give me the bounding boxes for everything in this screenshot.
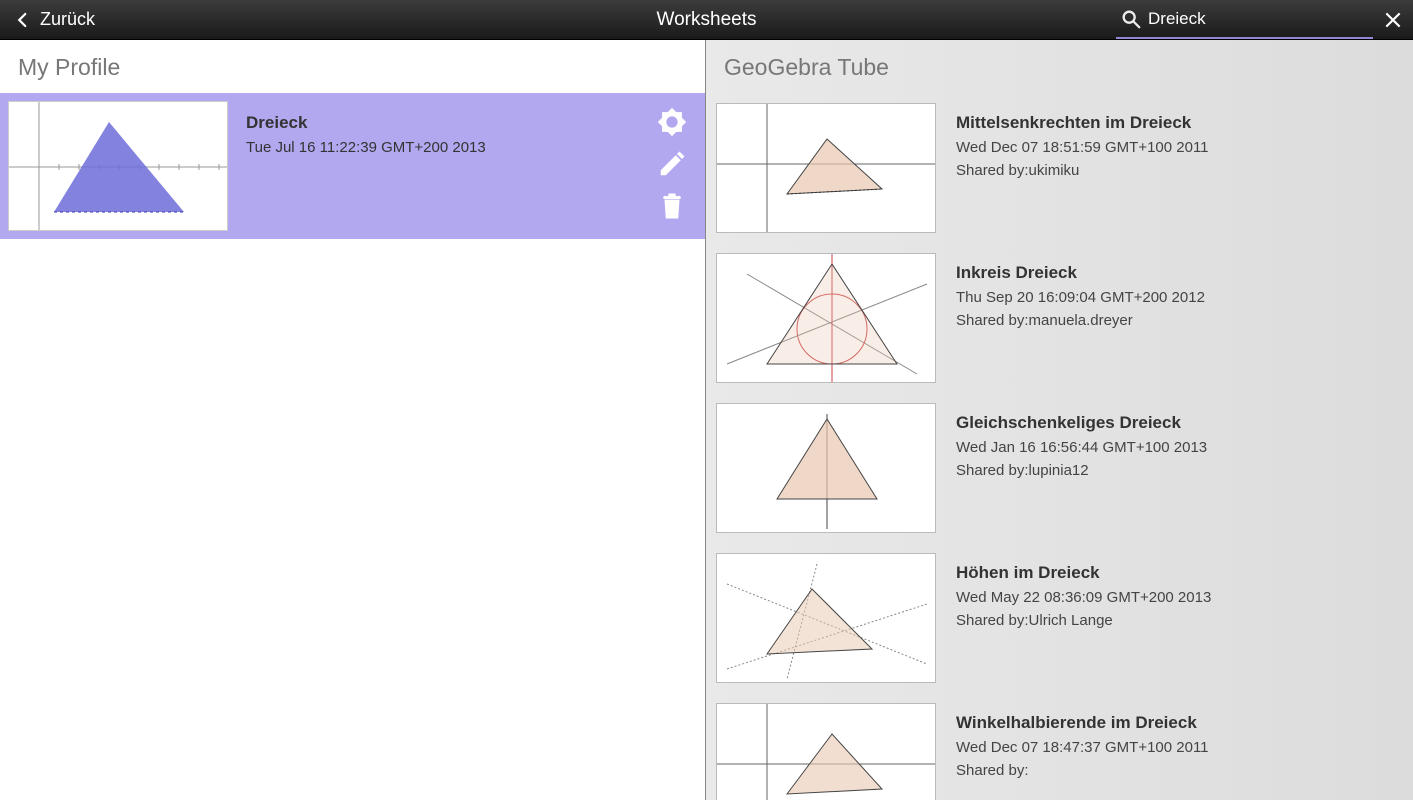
tube-worksheet-item[interactable]: Gleichschenkeliges Dreieck Wed Jan 16 16… [706,393,1413,543]
tube-info: Höhen im Dreieck Wed May 22 08:36:09 GMT… [936,553,1231,683]
edit-icon[interactable] [657,149,687,179]
profile-worksheet-item[interactable]: Dreieck Tue Jul 16 11:22:39 GMT+200 2013 [0,93,705,239]
worksheet-info: Dreieck Tue Jul 16 11:22:39 GMT+200 2013 [228,101,655,231]
search-input[interactable] [1142,9,1375,29]
tube-date: Wed May 22 08:36:09 GMT+200 2013 [956,589,1211,606]
tube-info: Mittelsenkrechten im Dreieck Wed Dec 07 … [936,103,1229,233]
tube-worksheet-item[interactable]: Inkreis Dreieck Thu Sep 20 16:09:04 GMT+… [706,243,1413,393]
search-icon [1120,8,1142,30]
worksheet-actions [655,101,697,231]
tube-worksheet-item[interactable]: Höhen im Dreieck Wed May 22 08:36:09 GMT… [706,543,1413,693]
tube-date: Wed Dec 07 18:51:59 GMT+100 2011 [956,139,1209,156]
back-button[interactable]: Zurück [0,0,109,39]
tube-title: Inkreis Dreieck [956,263,1205,283]
tube-worksheet-item[interactable]: Winkelhalbierende im Dreieck Wed Dec 07 … [706,693,1413,800]
tube-info: Gleichschenkeliges Dreieck Wed Jan 16 16… [936,403,1227,533]
worksheet-title: Dreieck [246,113,637,133]
tube-title: Höhen im Dreieck [956,563,1211,583]
my-profile-pane: My Profile Dreieck Tue Jul 16 11:22:39 G… [0,40,706,800]
tube-thumbnail [716,553,936,683]
tube-title: Gleichschenkeliges Dreieck [956,413,1207,433]
worksheet-date: Tue Jul 16 11:22:39 GMT+200 2013 [246,139,637,156]
tube-author: Shared by:Ulrich Lange [956,612,1211,629]
main-body: My Profile Dreieck Tue Jul 16 11:22:39 G… [0,40,1413,800]
close-icon [1383,10,1403,30]
tube-thumbnail [716,103,936,233]
back-icon [14,11,32,29]
search-area [1116,0,1373,39]
geogebra-tube-pane: GeoGebra Tube Mittelsenkrechten im Dreie… [706,40,1413,800]
back-label: Zurück [40,9,95,30]
tube-title: Mittelsenkrechten im Dreieck [956,113,1209,133]
tube-author: Shared by:lupinia12 [956,462,1207,479]
tube-info: Inkreis Dreieck Thu Sep 20 16:09:04 GMT+… [936,253,1225,383]
delete-icon[interactable] [657,189,687,223]
profile-section-title: My Profile [0,40,705,93]
tube-thumbnail [716,403,936,533]
worksheet-thumbnail [8,101,228,231]
tube-author: Shared by:ukimiku [956,162,1209,179]
tube-thumbnail [716,253,936,383]
tube-date: Wed Jan 16 16:56:44 GMT+100 2013 [956,439,1207,456]
app-header: Zurück Worksheets [0,0,1413,40]
settings-icon[interactable] [655,105,689,139]
tube-author: Shared by: [956,762,1209,779]
tube-section-title: GeoGebra Tube [706,40,1413,93]
tube-date: Wed Dec 07 18:47:37 GMT+100 2011 [956,739,1209,756]
clear-search-button[interactable] [1373,10,1413,30]
tube-thumbnail [716,703,936,800]
tube-info: Winkelhalbierende im Dreieck Wed Dec 07 … [936,703,1229,800]
tube-date: Thu Sep 20 16:09:04 GMT+200 2012 [956,289,1205,306]
tube-worksheet-item[interactable]: Mittelsenkrechten im Dreieck Wed Dec 07 … [706,93,1413,243]
tube-title: Winkelhalbierende im Dreieck [956,713,1209,733]
tube-author: Shared by:manuela.dreyer [956,312,1205,329]
page-title: Worksheets [657,9,757,31]
